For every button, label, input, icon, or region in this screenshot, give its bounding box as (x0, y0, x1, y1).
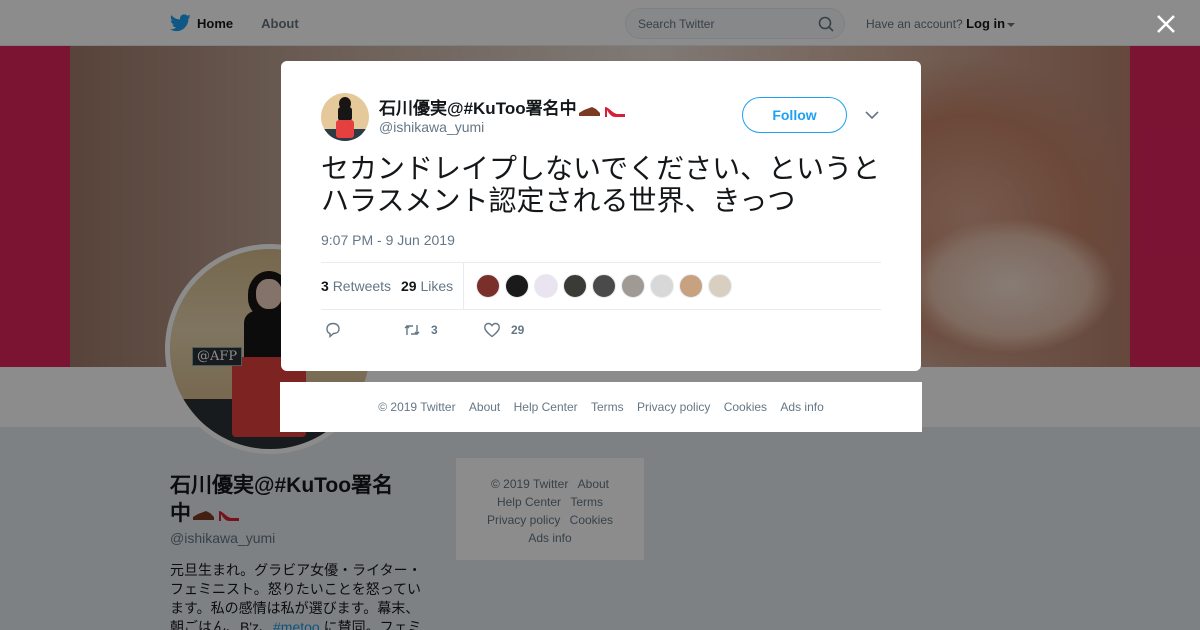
liker-avatar[interactable] (621, 274, 645, 298)
retweet-button[interactable]: 3 (403, 321, 438, 339)
retweet-count: 3 (431, 323, 438, 337)
retweets-count: 3 (321, 278, 329, 294)
retweets-label: Retweets (332, 278, 392, 294)
like-button[interactable]: 29 (483, 321, 524, 339)
tweet-modal: 石川優実@#KuToo署名中 @ishikawa_yumi Follow セカン… (281, 61, 921, 371)
liker-avatar[interactable] (505, 274, 529, 298)
heart-icon (484, 322, 500, 338)
stats-divider (463, 263, 464, 309)
reply-button[interactable] (324, 321, 342, 339)
footer-about-link[interactable]: About (469, 400, 500, 414)
footer-ads-link[interactable]: Ads info (780, 400, 823, 414)
tweet-timestamp[interactable]: 9:07 PM - 9 Jun 2019 (321, 232, 455, 248)
author-avatar[interactable] (321, 93, 369, 141)
brown-shoe-emoji-icon (578, 106, 600, 116)
reply-icon (326, 322, 340, 339)
tweet-stats: 3 Retweets 29 Likes (321, 262, 881, 310)
footer-copyright: © 2019 Twitter (378, 400, 456, 414)
author-name[interactable]: 石川優実@#KuToo署名中 (379, 94, 627, 119)
liker-avatar[interactable] (708, 274, 732, 298)
likes-stat[interactable]: 29 Likes (401, 278, 453, 294)
modal-footer: © 2019 Twitter About Help Center Terms P… (280, 382, 922, 432)
close-icon[interactable] (1154, 12, 1178, 36)
liker-avatar[interactable] (679, 274, 703, 298)
tweet-text: セカンドレイプしないでください、というとハラスメント認定される世界、きっつ (321, 153, 881, 216)
retweets-stat[interactable]: 3 Retweets (321, 278, 391, 294)
footer-terms-link[interactable]: Terms (591, 400, 624, 414)
liker-avatar[interactable] (650, 274, 674, 298)
chevron-down-icon[interactable] (865, 109, 879, 121)
liker-avatar[interactable] (592, 274, 616, 298)
footer-help-link[interactable]: Help Center (514, 400, 578, 414)
footer-cookies-link[interactable]: Cookies (724, 400, 767, 414)
retweet-icon (404, 325, 420, 335)
footer-privacy-link[interactable]: Privacy policy (637, 400, 710, 414)
author-handle[interactable]: @ishikawa_yumi (379, 119, 484, 135)
liker-avatar[interactable] (563, 274, 587, 298)
likes-label: Likes (420, 278, 454, 294)
liker-avatar[interactable] (476, 274, 500, 298)
like-count: 29 (511, 323, 525, 337)
tweet-actions: 3 29 (321, 321, 881, 341)
high-heel-emoji-icon (604, 106, 625, 117)
liker-avatars (476, 274, 732, 298)
likes-count: 29 (401, 278, 417, 294)
liker-avatar[interactable] (534, 274, 558, 298)
follow-button[interactable]: Follow (742, 97, 847, 133)
